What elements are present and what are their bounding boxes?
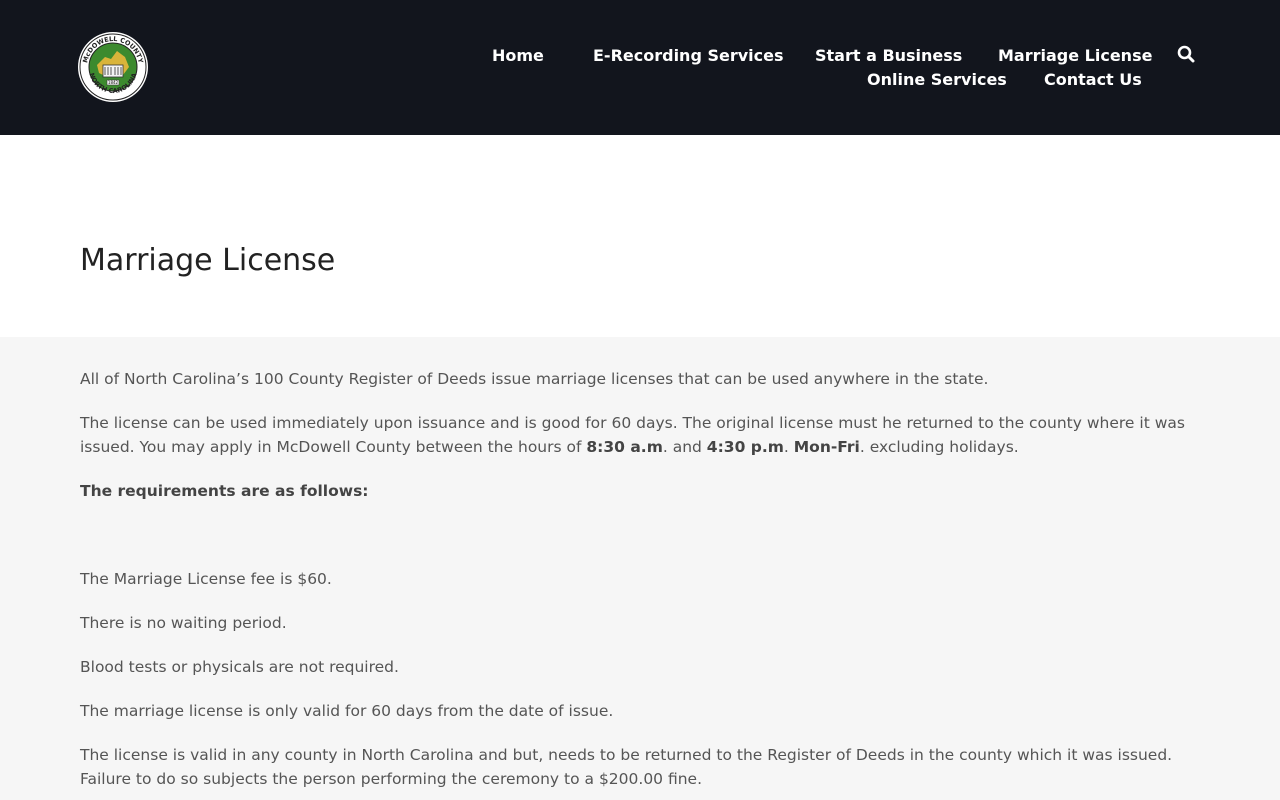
search-icon [1177,45,1195,63]
county-seal-logo: 1842 McDOWELL COUNTY NORTH CAROLINA [78,32,148,102]
page-title-band: Marriage License [0,135,1280,337]
page-title: Marriage License [80,243,336,278]
hours-text-d: . excluding holidays. [859,438,1019,456]
nav-item-start-a-business[interactable]: Start a Business [815,46,962,66]
nav-item-marriage-license[interactable]: Marriage License [998,46,1152,66]
nav-item-online-services[interactable]: Online Services [867,70,1007,90]
nav-item-e-recording-services[interactable]: E-Recording Services [593,46,784,66]
search-button[interactable] [1177,45,1197,65]
hours-days: Mon-Fri [793,438,860,456]
site-logo-link[interactable]: 1842 McDOWELL COUNTY NORTH CAROLINA [77,31,149,103]
nav-item-home[interactable]: Home [492,46,544,66]
requirements-heading-text: The requirements are as follows: [80,482,369,500]
blood-test-paragraph: Blood tests or physicals are not require… [80,658,399,676]
requirements-heading: The requirements are as follows: [80,479,1205,503]
hours-text-b: . and [662,438,707,456]
intro-paragraph: All of North Carolina’s 100 County Regis… [80,370,989,388]
hours-end-time: 4:30 p.m [706,438,784,456]
hours-start-time: 8:30 a.m [586,438,663,456]
fee-paragraph: The Marriage License fee is $60. [80,570,332,588]
nav-item-contact-us[interactable]: Contact Us [1044,70,1142,90]
hours-text-c: . [783,438,794,456]
hours-paragraph: The license can be used immediately upon… [80,411,1205,459]
return-paragraph: The license is valid in any county in No… [80,746,1173,788]
waiting-period-paragraph: There is no waiting period. [80,614,287,632]
seal-year: 1842 [108,80,119,85]
validity-paragraph: The marriage license is only valid for 6… [80,702,614,720]
site-header: 1842 McDOWELL COUNTY NORTH CAROLINA Home… [0,0,1280,135]
